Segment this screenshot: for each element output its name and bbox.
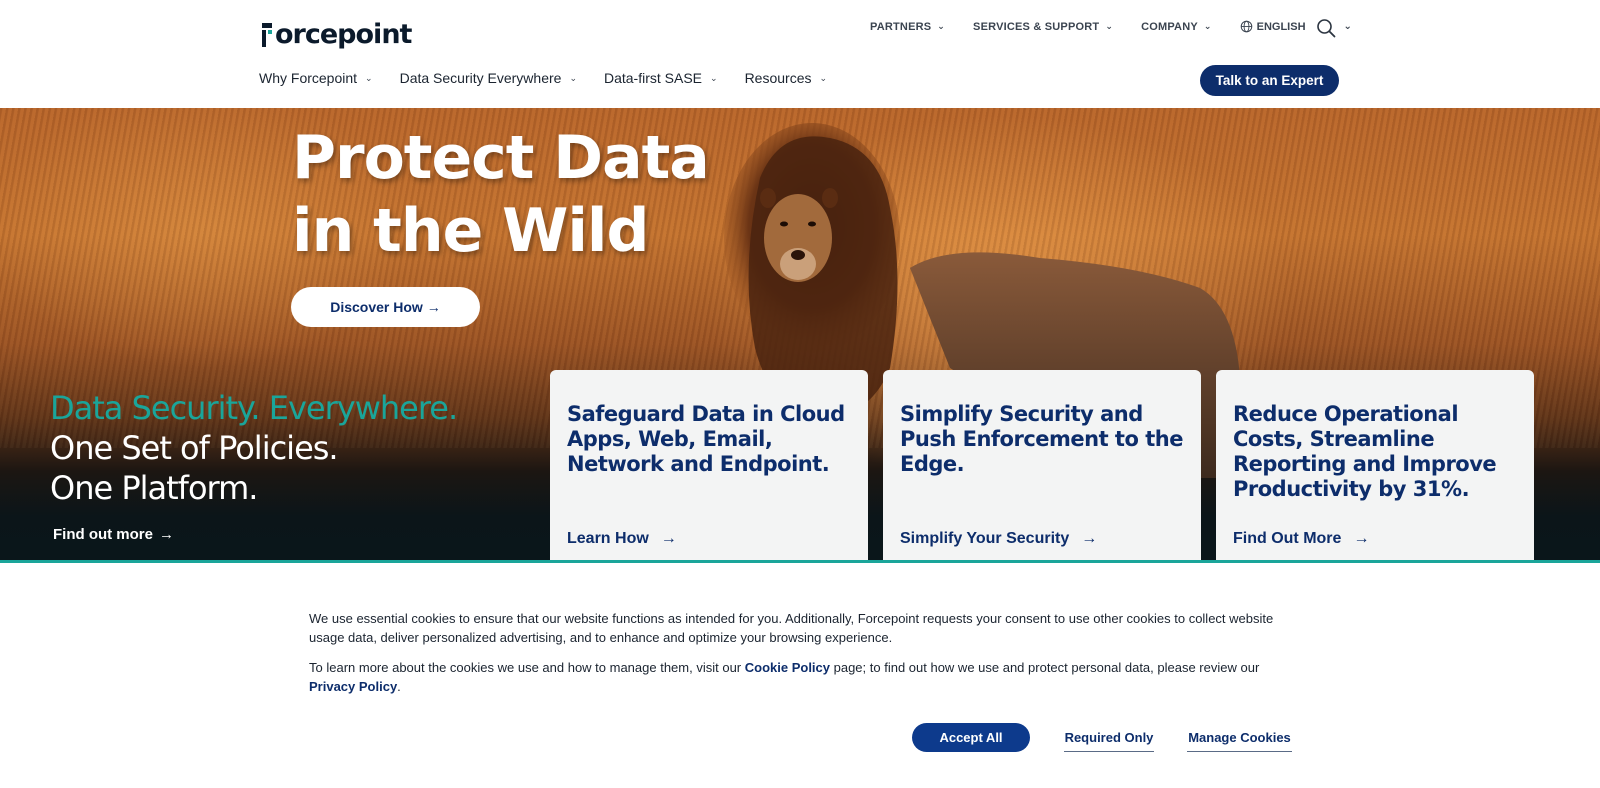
hero-title-line: in the Wild — [292, 196, 649, 266]
manage-cookies-button[interactable]: Manage Cookies — [1187, 723, 1292, 752]
cookie-text-segment: To learn more about the cookies we use a… — [309, 660, 745, 675]
tagline-line: One Platform. — [50, 469, 258, 507]
cookie-paragraph: We use essential cookies to ensure that … — [309, 611, 1274, 645]
find-out-more-link[interactable]: Find out more → — [53, 526, 174, 543]
feature-card-costs[interactable]: Reduce Operational Costs, Streamline Rep… — [1216, 370, 1534, 562]
utility-nav-services-support[interactable]: SERVICES & SUPPORT ⌄ — [973, 21, 1113, 33]
arrow-right-icon: → — [159, 526, 174, 543]
hero-tagline: Data Security. Everywhere. One Set of Po… — [50, 388, 458, 508]
nav-item-label: Resources — [744, 70, 812, 86]
card-link-label: Learn How — [567, 530, 649, 547]
chevron-down-icon: ⌄ — [710, 72, 718, 83]
card-title: Safeguard Data in Cloud Apps, Web, Email… — [567, 402, 845, 476]
feature-card-cloud[interactable]: Safeguard Data in Cloud Apps, Web, Email… — [550, 370, 868, 562]
site-header: orcepoint PARTNERS ⌄ SERVICES & SUPPORT … — [0, 0, 1600, 108]
chevron-down-icon: ⌄ — [569, 72, 577, 83]
nav-item-data-security-everywhere[interactable]: Data Security Everywhere ⌄ — [400, 70, 577, 86]
main-nav: Why Forcepoint ⌄ Data Security Everywher… — [259, 70, 854, 86]
cookie-text-segment: . — [397, 678, 401, 694]
language-label: ENGLISH — [1256, 20, 1306, 33]
cookie-text-segment: page; to find out how we use and protect… — [830, 660, 1260, 675]
utility-nav-partners[interactable]: PARTNERS ⌄ — [870, 21, 945, 33]
hero-title: Protect Data in the Wild — [292, 122, 710, 268]
tagline-line: One Set of Policies. — [50, 429, 339, 467]
cookie-text: We use essential cookies to ensure that … — [309, 610, 1299, 708]
utility-nav-label: SERVICES & SUPPORT — [973, 20, 1100, 33]
privacy-policy-link[interactable]: Privacy Policy — [309, 679, 397, 694]
nav-item-why-forcepoint[interactable]: Why Forcepoint ⌄ — [259, 70, 373, 86]
nav-item-resources[interactable]: Resources ⌄ — [745, 70, 827, 86]
cookie-policy-link[interactable]: Cookie Policy — [745, 660, 830, 675]
discover-how-button[interactable]: Discover How → — [291, 287, 480, 327]
arrow-right-icon: → — [660, 530, 677, 547]
learn-how-link[interactable]: Learn How → — [567, 530, 677, 548]
nav-item-label: Data Security Everywhere — [399, 70, 562, 86]
utility-nav-company[interactable]: COMPANY ⌄ — [1141, 21, 1212, 33]
globe-icon — [1240, 20, 1252, 33]
search-icon[interactable] — [1316, 18, 1336, 38]
arrow-right-icon: → — [1353, 530, 1370, 547]
chevron-down-icon[interactable]: ⌄ — [1344, 21, 1352, 32]
cookie-banner: We use essential cookies to ensure that … — [0, 563, 1600, 788]
card-link-label: Simplify Your Security — [900, 530, 1070, 547]
forcepoint-logo[interactable]: orcepoint — [262, 16, 412, 52]
nav-item-data-first-sase[interactable]: Data-first SASE ⌄ — [604, 70, 718, 86]
hero-banner: Protect Data in the Wild Discover How → … — [0, 108, 1600, 562]
hero-title-line: Protect Data — [292, 123, 710, 193]
talk-to-expert-button[interactable]: Talk to an Expert — [1200, 65, 1339, 96]
utility-nav-label: PARTNERS — [870, 20, 932, 33]
card-title: Simplify Security and Push Enforcement t… — [900, 402, 1183, 476]
chevron-down-icon: ⌄ — [365, 72, 373, 83]
arrow-right-icon: → — [426, 299, 441, 315]
discover-how-label: Discover How — [330, 299, 423, 315]
utility-nav: PARTNERS ⌄ SERVICES & SUPPORT ⌄ COMPANY … — [870, 20, 1352, 33]
nav-item-label: Data-first SASE — [603, 70, 703, 86]
logo-text: orcepoint — [275, 18, 412, 50]
find-out-more-card-link[interactable]: Find Out More → — [1233, 530, 1369, 548]
logo-mark-icon — [262, 21, 274, 47]
chevron-down-icon: ⌄ — [1203, 21, 1212, 31]
card-title: Reduce Operational Costs, Streamline Rep… — [1233, 402, 1497, 501]
chevron-down-icon: ⌄ — [819, 72, 828, 83]
arrow-right-icon: → — [1081, 530, 1098, 547]
required-only-button[interactable]: Required Only — [1064, 723, 1154, 752]
simplify-security-link[interactable]: Simplify Your Security → — [900, 530, 1097, 548]
chevron-down-icon: ⌄ — [1105, 21, 1114, 31]
cookie-paragraph: To learn more about the cookies we use a… — [309, 659, 1299, 696]
card-link-label: Find Out More — [1233, 530, 1342, 547]
chevron-down-icon: ⌄ — [937, 21, 946, 31]
nav-item-label: Why Forcepoint — [259, 70, 358, 86]
find-out-more-label: Find out more — [53, 526, 153, 543]
utility-nav-label: COMPANY — [1141, 20, 1198, 33]
feature-card-edge[interactable]: Simplify Security and Push Enforcement t… — [883, 370, 1201, 562]
tagline-line: Data Security. Everywhere. — [50, 389, 458, 427]
accept-all-button[interactable]: Accept All — [912, 723, 1030, 752]
